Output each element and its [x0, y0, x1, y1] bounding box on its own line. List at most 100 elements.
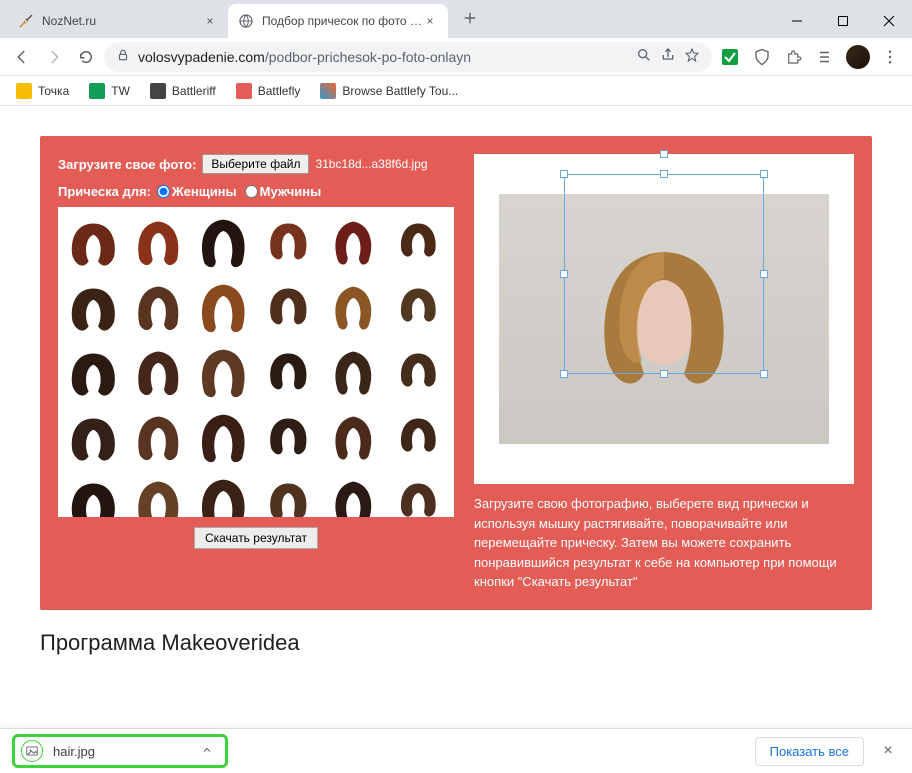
bookmark-favicon — [150, 83, 166, 99]
hairstyle-thumb[interactable] — [127, 276, 190, 339]
hairstyle-grid[interactable] — [58, 207, 454, 517]
extension-list-icon[interactable] — [812, 43, 840, 71]
hairstyle-thumb[interactable] — [387, 471, 450, 517]
lock-icon — [116, 48, 130, 65]
hairstyle-thumb[interactable] — [322, 406, 385, 469]
hairstyle-thumb[interactable] — [322, 276, 385, 339]
hairstyle-thumb[interactable] — [192, 471, 255, 517]
extension-puzzle-icon[interactable] — [780, 43, 808, 71]
radio-male[interactable] — [245, 185, 258, 198]
bookmark-battlefly[interactable]: Battlefly — [228, 80, 309, 102]
resize-handle-n[interactable] — [660, 170, 668, 178]
resize-handle-nw[interactable] — [560, 170, 568, 178]
hairstyle-thumb[interactable] — [257, 276, 320, 339]
gender-male-label: Мужчины — [260, 184, 322, 199]
bookmark-star-icon[interactable] — [684, 47, 700, 66]
upload-label: Загрузите свое фото: — [58, 157, 196, 172]
titlebar: NozNet.ru × Подбор причесок по фото онла… — [0, 0, 912, 38]
chevron-up-icon[interactable] — [201, 744, 213, 759]
extension-check-icon[interactable] — [716, 43, 744, 71]
hairstyle-thumb[interactable] — [62, 276, 125, 339]
bookmark-favicon — [236, 83, 252, 99]
hairstyle-thumb[interactable] — [127, 471, 190, 517]
hairstyle-thumb[interactable] — [127, 211, 190, 274]
minimize-button[interactable] — [774, 4, 820, 38]
new-tab-button[interactable] — [456, 4, 484, 32]
forward-button[interactable] — [40, 43, 68, 71]
window-controls — [774, 4, 912, 38]
close-shelf-button[interactable]: × — [876, 742, 900, 760]
resize-handle-sw[interactable] — [560, 370, 568, 378]
share-icon[interactable] — [660, 47, 676, 66]
globe-favicon — [238, 13, 254, 29]
download-file-name: hair.jpg — [53, 744, 191, 759]
extension-shield-icon[interactable] — [748, 43, 776, 71]
resize-handle-ne[interactable] — [760, 170, 768, 178]
wrench-screwdriver-favicon — [18, 13, 34, 29]
bookmark-label: Battlefly — [258, 84, 301, 98]
download-item[interactable]: hair.jpg — [12, 734, 228, 768]
resize-handle-e[interactable] — [760, 270, 768, 278]
radio-female[interactable] — [157, 185, 170, 198]
show-all-downloads-button[interactable]: Показать все — [755, 737, 864, 766]
hairstyle-thumb[interactable] — [127, 406, 190, 469]
transform-box[interactable] — [564, 174, 764, 374]
close-window-button[interactable] — [866, 4, 912, 38]
preview-canvas[interactable] — [474, 154, 854, 484]
maximize-button[interactable] — [820, 4, 866, 38]
hairstyle-thumb[interactable] — [387, 276, 450, 339]
download-shelf: hair.jpg Показать все × — [0, 728, 912, 773]
gender-female-label: Женщины — [172, 184, 237, 199]
right-column: Загрузите свою фотографию, выберете вид … — [474, 154, 854, 592]
avatar[interactable] — [844, 43, 872, 71]
choose-file-button[interactable]: Выберите файл — [202, 154, 309, 174]
reload-button[interactable] — [72, 43, 100, 71]
hairstyle-thumb[interactable] — [387, 406, 450, 469]
hairstyle-thumb[interactable] — [192, 211, 255, 274]
hairstyle-thumb[interactable] — [192, 341, 255, 404]
hairstyle-thumb[interactable] — [322, 341, 385, 404]
hairstyle-thumb[interactable] — [62, 406, 125, 469]
hairstyle-thumb[interactable] — [257, 211, 320, 274]
help-text: Загрузите свою фотографию, выберете вид … — [474, 494, 854, 592]
bookmark-tochka[interactable]: Точка — [8, 80, 77, 102]
browser-toolbar: volosvypadenie.com/podbor-prichesok-po-f… — [0, 38, 912, 76]
hairstyle-thumb[interactable] — [192, 276, 255, 339]
tab-podbor[interactable]: Подбор причесок по фото онла × — [228, 4, 448, 38]
gender-row: Прическа для: Женщины Мужчины — [58, 184, 454, 199]
hairstyle-thumb[interactable] — [387, 341, 450, 404]
resize-handle-se[interactable] — [760, 370, 768, 378]
hairstyle-thumb[interactable] — [62, 211, 125, 274]
tab-title: NozNet.ru — [42, 14, 202, 28]
bookmark-tw[interactable]: TW — [81, 80, 138, 102]
rotate-handle[interactable] — [660, 150, 668, 158]
hairstyle-thumb[interactable] — [387, 211, 450, 274]
resize-handle-w[interactable] — [560, 270, 568, 278]
close-icon[interactable]: × — [422, 14, 438, 28]
hairstyle-thumb[interactable] — [127, 341, 190, 404]
hairstyle-widget: Загрузите свое фото: Выберите файл 31bc1… — [40, 136, 872, 610]
bookmark-label: Точка — [38, 84, 69, 98]
address-bar[interactable]: volosvypadenie.com/podbor-prichesok-po-f… — [104, 42, 712, 72]
bookmark-battleriff[interactable]: Battleriff — [142, 80, 224, 102]
bookmarks-bar: Точка TW Battleriff Battlefly Browse Bat… — [0, 76, 912, 106]
hairstyle-thumb[interactable] — [62, 341, 125, 404]
hairstyle-thumb[interactable] — [322, 471, 385, 517]
hairstyle-thumb[interactable] — [192, 406, 255, 469]
hairstyle-thumb[interactable] — [257, 341, 320, 404]
hairstyle-thumb[interactable] — [62, 471, 125, 517]
resize-handle-s[interactable] — [660, 370, 668, 378]
menu-dots-icon[interactable] — [876, 43, 904, 71]
hairstyle-thumb[interactable] — [257, 406, 320, 469]
hairstyle-thumb[interactable] — [322, 211, 385, 274]
search-preferences-icon[interactable] — [636, 47, 652, 66]
tab-strip: NozNet.ru × Подбор причесок по фото онла… — [8, 4, 484, 38]
close-icon[interactable]: × — [202, 14, 218, 28]
hairstyle-thumb[interactable] — [257, 471, 320, 517]
tab-noznet[interactable]: NozNet.ru × — [8, 4, 228, 38]
bookmark-favicon — [16, 83, 32, 99]
download-result-button[interactable]: Скачать результат — [194, 527, 318, 549]
bookmark-battlefy-tou[interactable]: Browse Battlefy Tou... — [312, 80, 466, 102]
back-button[interactable] — [8, 43, 36, 71]
page-content: Загрузите свое фото: Выберите файл 31bc1… — [0, 106, 912, 728]
